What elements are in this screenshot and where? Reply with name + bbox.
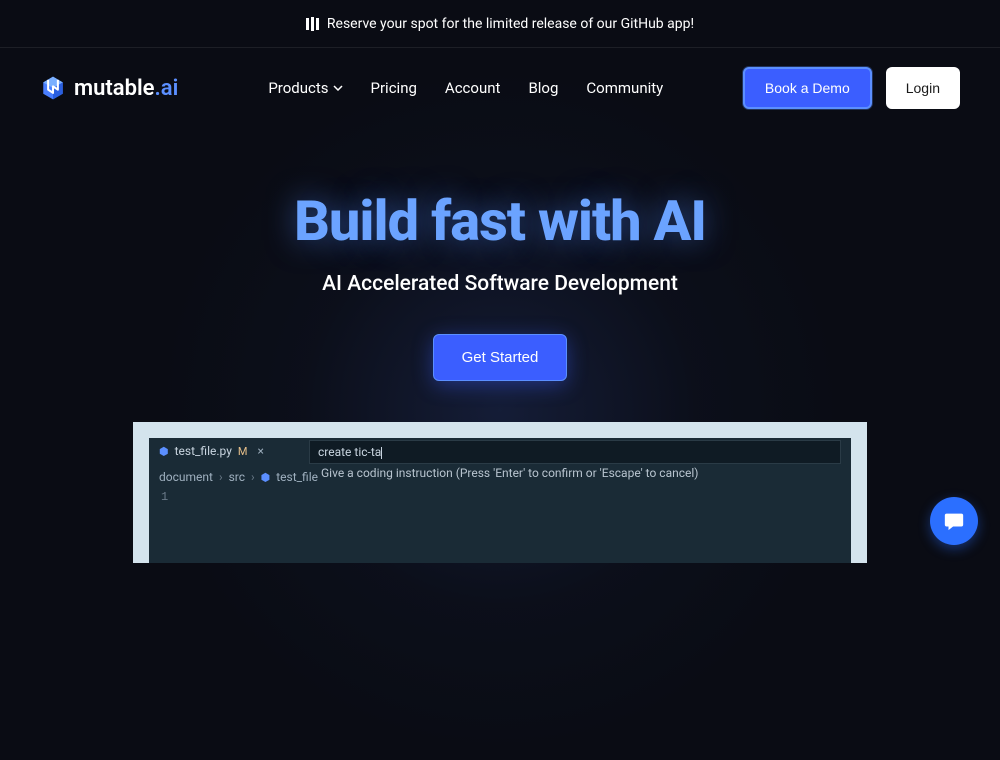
book-demo-button[interactable]: Book a Demo (743, 67, 872, 109)
line-number: 1 (161, 490, 168, 504)
command-hint: Give a coding instruction (Press 'Enter'… (321, 466, 698, 480)
command-input[interactable]: create tic-ta (309, 440, 841, 464)
nav-actions: Book a Demo Login (743, 67, 960, 109)
nav-community[interactable]: Community (586, 79, 663, 97)
editor-preview: ⬢ test_file.py M × create tic-ta documen… (133, 422, 867, 563)
nav-blog-label: Blog (528, 79, 558, 97)
logo-cube-icon (40, 75, 66, 101)
get-started-button[interactable]: Get Started (433, 334, 568, 381)
breadcrumb-part[interactable]: test_file (276, 470, 318, 484)
nav-pricing[interactable]: Pricing (371, 79, 417, 97)
nav-account-label: Account (445, 79, 501, 97)
announcement-banner[interactable]: Reserve your spot for the limited releas… (0, 0, 1000, 48)
chevron-down-icon (333, 85, 343, 91)
python-file-icon: ⬢ (159, 445, 169, 458)
breadcrumb-separator: › (219, 470, 223, 484)
nav-blog[interactable]: Blog (528, 79, 558, 97)
tab-filename: test_file.py (175, 444, 232, 458)
nav-links: Products Pricing Account Blog Community (268, 79, 663, 97)
breadcrumb-separator: › (251, 470, 255, 484)
python-file-icon: ⬢ (261, 471, 271, 484)
login-button[interactable]: Login (886, 67, 960, 109)
hero-title: Build fast with AI (0, 188, 1000, 254)
chat-button[interactable] (930, 497, 978, 545)
hero-subtitle: AI Accelerated Software Development (0, 272, 1000, 296)
nav-products-label: Products (268, 79, 328, 97)
editor-tab[interactable]: ⬢ test_file.py M × (149, 438, 274, 464)
chat-icon (943, 510, 965, 532)
close-icon[interactable]: × (258, 444, 264, 458)
nav-community-label: Community (586, 79, 663, 97)
nav-pricing-label: Pricing (371, 79, 417, 97)
editor-inner: ⬢ test_file.py M × create tic-ta documen… (149, 438, 851, 563)
logo[interactable]: mutable.ai (40, 75, 178, 101)
breadcrumb-part[interactable]: document (159, 470, 213, 484)
banner-text: Reserve your spot for the limited releas… (327, 16, 694, 32)
hero-section: Build fast with AI AI Accelerated Softwa… (0, 188, 1000, 381)
banner-icon (306, 17, 319, 31)
nav-account[interactable]: Account (445, 79, 501, 97)
logo-text: mutable.ai (74, 76, 178, 101)
navbar: mutable.ai Products Pricing Account Blog… (0, 48, 1000, 128)
tab-modified-indicator: M (238, 445, 248, 458)
command-input-value: create tic-ta (318, 445, 381, 459)
breadcrumb-part[interactable]: src (229, 470, 245, 484)
nav-products[interactable]: Products (268, 79, 342, 97)
